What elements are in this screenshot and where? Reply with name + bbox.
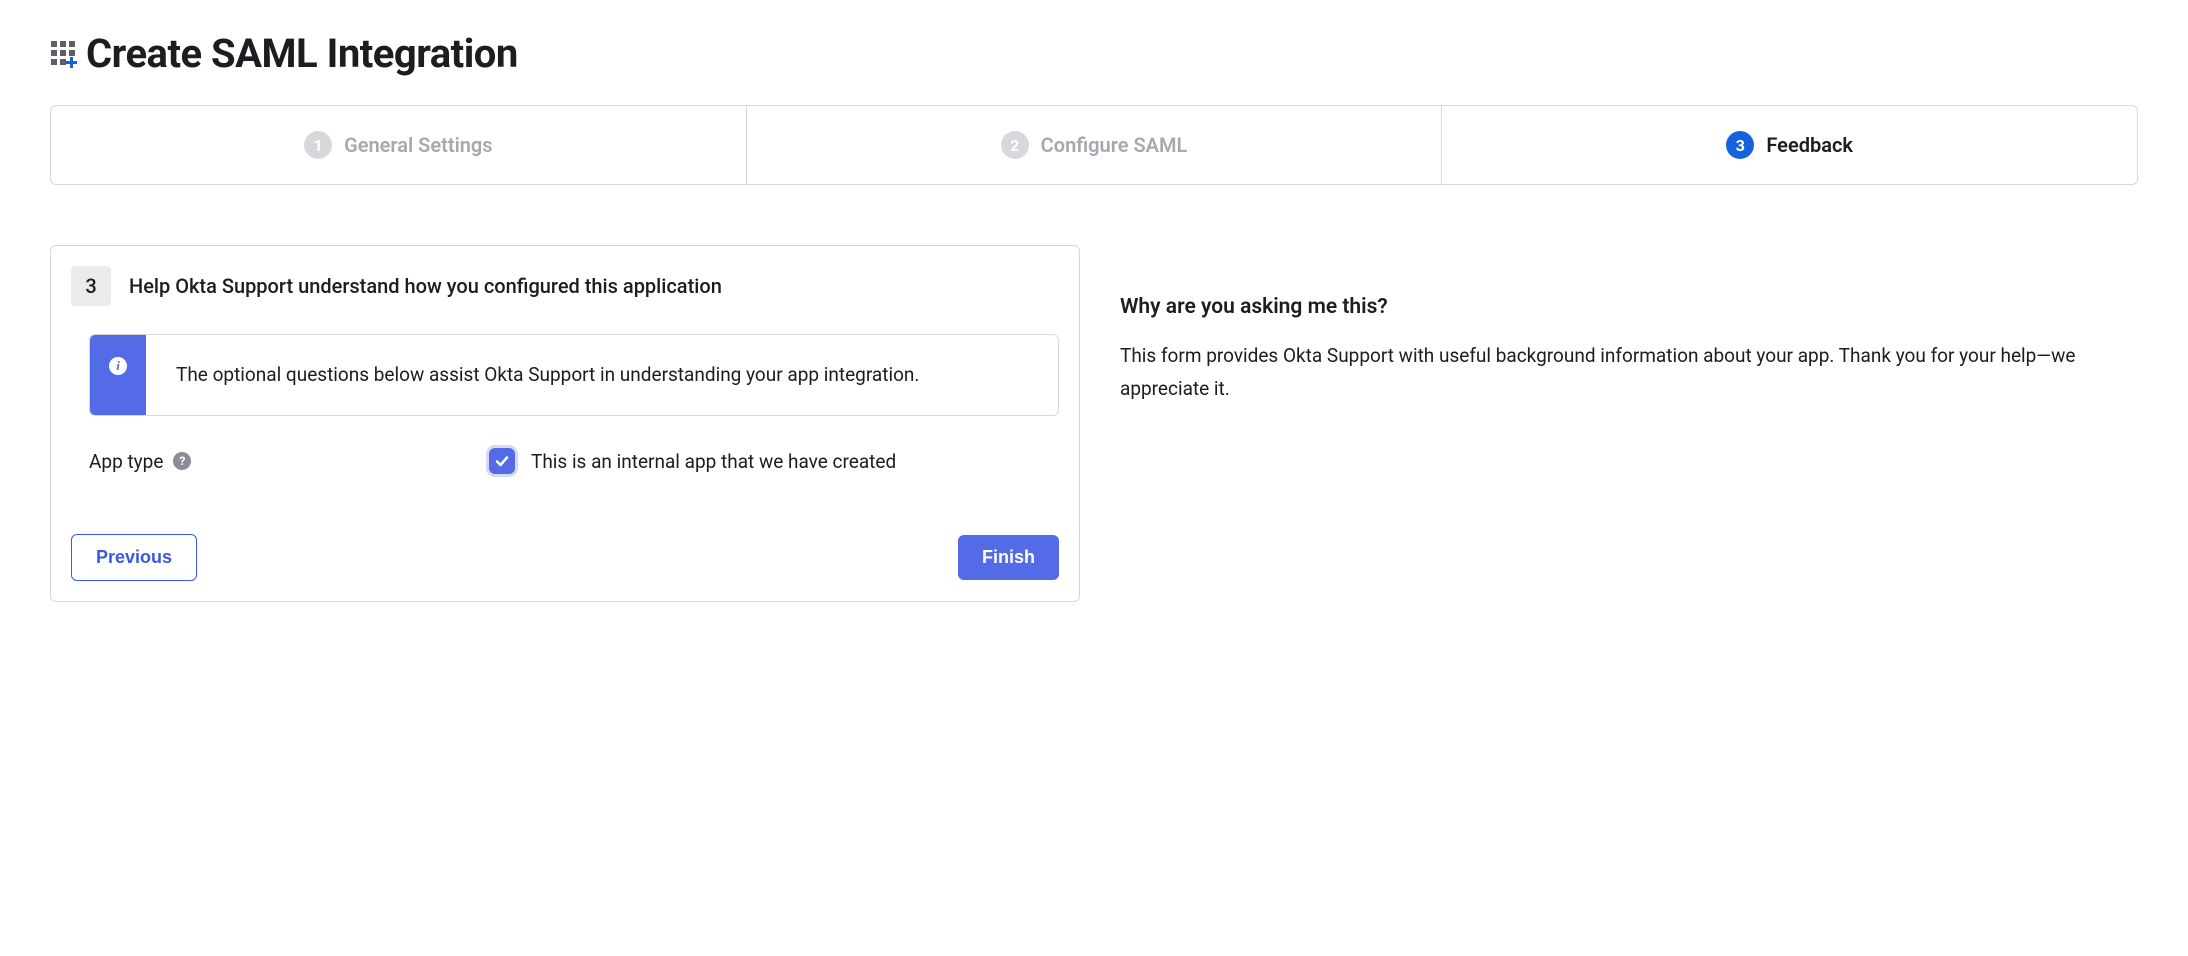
help-icon[interactable]: ? bbox=[173, 452, 191, 470]
panel-header: 3 Help Okta Support understand how you c… bbox=[71, 266, 1059, 306]
info-callout-accent: i bbox=[90, 335, 146, 415]
form-label-group: App type ? bbox=[89, 450, 489, 473]
panel-step-badge: 3 bbox=[71, 266, 111, 306]
info-callout-body: The optional questions below assist Okta… bbox=[146, 335, 949, 415]
button-row: Previous Finish bbox=[71, 534, 1059, 581]
aside-panel: Why are you asking me this? This form pr… bbox=[1120, 245, 2138, 406]
step-label: Feedback bbox=[1766, 133, 1853, 157]
step-label: General Settings bbox=[344, 133, 493, 157]
info-callout: i The optional questions below assist Ok… bbox=[89, 334, 1059, 416]
wizard-step-general-settings[interactable]: 1 General Settings bbox=[51, 106, 747, 184]
step-number-badge: 2 bbox=[1001, 131, 1029, 159]
wizard-step-configure-saml[interactable]: 2 Configure SAML bbox=[747, 106, 1443, 184]
finish-button[interactable]: Finish bbox=[958, 535, 1059, 580]
wizard-steps: 1 General Settings 2 Configure SAML 3 Fe… bbox=[50, 105, 2138, 185]
step-number-badge: 3 bbox=[1726, 131, 1754, 159]
page-header: Create SAML Integration bbox=[50, 30, 2138, 77]
info-icon: i bbox=[109, 357, 127, 375]
app-type-checkbox[interactable] bbox=[489, 448, 515, 474]
step-number-badge: 1 bbox=[304, 131, 332, 159]
panel-title: Help Okta Support understand how you con… bbox=[129, 274, 722, 298]
checkmark-icon bbox=[494, 453, 510, 469]
app-type-row: App type ? This is an internal app that … bbox=[89, 448, 1059, 474]
step-label: Configure SAML bbox=[1041, 133, 1188, 157]
previous-button[interactable]: Previous bbox=[71, 534, 197, 581]
feedback-panel: 3 Help Okta Support understand how you c… bbox=[50, 245, 1080, 602]
app-type-label: App type bbox=[89, 450, 163, 473]
aside-title: Why are you asking me this? bbox=[1120, 295, 2138, 319]
wizard-step-feedback[interactable]: 3 Feedback bbox=[1442, 106, 2137, 184]
page-title: Create SAML Integration bbox=[86, 30, 518, 77]
content-wrapper: 3 Help Okta Support understand how you c… bbox=[50, 245, 2138, 602]
checkbox-label: This is an internal app that we have cre… bbox=[531, 450, 896, 473]
app-grid-plus-icon bbox=[50, 40, 78, 68]
aside-body: This form provides Okta Support with use… bbox=[1120, 339, 2138, 406]
checkbox-group: This is an internal app that we have cre… bbox=[489, 448, 896, 474]
